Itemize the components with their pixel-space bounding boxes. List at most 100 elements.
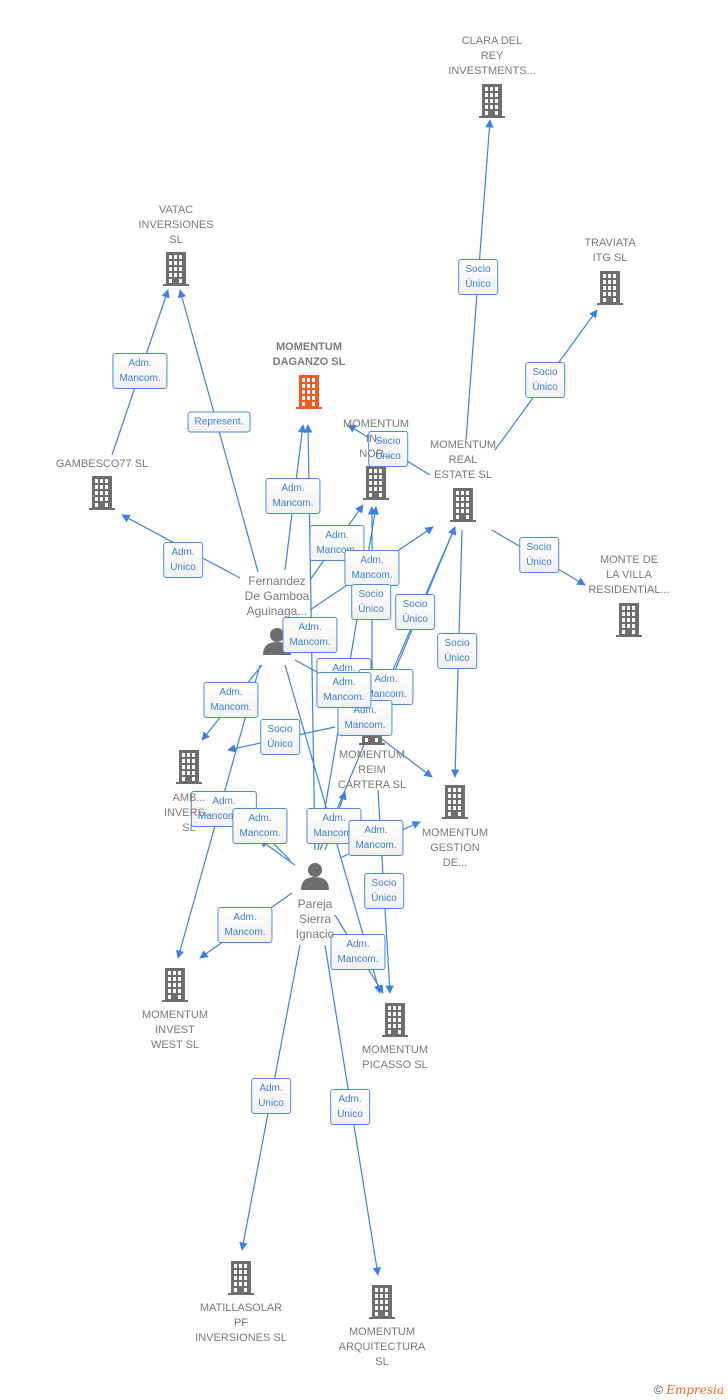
node-label-picasso[interactable]: MOMENTUM PICASSO SL — [362, 1043, 428, 1073]
edge-label[interactable]: Adm. Unico — [330, 1089, 370, 1125]
edge-label[interactable]: Socio Único — [395, 594, 435, 630]
edge-label[interactable]: Adm. Unico — [163, 542, 203, 578]
node-label-line: MONTE DE — [599, 554, 659, 566]
node-label-line: SL — [182, 822, 196, 834]
building-icon[interactable] — [369, 1285, 395, 1319]
edge-label[interactable]: Represent. — [187, 411, 251, 433]
node-label-clara[interactable]: CLARA DEL REY INVESTMENTS... — [448, 34, 535, 79]
edge-label[interactable]: Socio Único — [364, 873, 404, 909]
node-label-monte[interactable]: MONTE DE LA VILLA RESIDENTIAL... — [588, 553, 669, 598]
node-label-line: SL — [169, 234, 183, 246]
edge-label[interactable]: Adm. Mancom. — [112, 353, 168, 389]
edge-label[interactable]: Socio Único — [437, 633, 477, 669]
node-label-fernandez[interactable]: Fernandez De Gamboa Aguinaga... — [245, 574, 310, 619]
node-label-line: TRAVIATA — [584, 237, 636, 249]
node-label-line: AMB... — [172, 792, 206, 804]
node-label-line: REY — [480, 50, 504, 62]
node-label-realestate[interactable]: MOMENTUM REAL ESTATE SL — [430, 438, 496, 483]
person-icon[interactable] — [301, 863, 329, 890]
node-label-west[interactable]: MOMENTUM INVEST WEST SL — [142, 1008, 208, 1053]
edge-label[interactable]: Adm. Mancom. — [330, 934, 386, 970]
building-icon[interactable] — [176, 750, 202, 784]
edge-label[interactable]: Adm. Mancom. — [265, 478, 321, 514]
node-label-line: WEST SL — [150, 1039, 200, 1051]
node-label-line: SL — [375, 1356, 389, 1368]
building-icon[interactable] — [363, 466, 389, 500]
node-label-nor[interactable]: MOMENTUM IN... NOR... — [343, 417, 409, 462]
node-label-line: IN... — [365, 433, 387, 445]
node-label-line: INVERSIONES SL — [195, 1332, 287, 1344]
edge-label[interactable]: Adm. Unico — [251, 1078, 291, 1114]
edge-label[interactable]: Adm. Mancom. — [344, 550, 400, 586]
edge-label[interactable]: Socio Único — [260, 719, 300, 755]
node-label-line: INVERS... — [163, 807, 215, 819]
node-label-matilla[interactable]: MATILLASOLAR PF INVERSIONES SL — [195, 1301, 287, 1346]
node-label-line: NOR... — [359, 448, 393, 460]
edge-label[interactable]: Adm. Mancom. — [232, 808, 288, 844]
node-label-line: ESTATE SL — [434, 469, 492, 481]
building-icon[interactable] — [616, 603, 642, 637]
node-label-line: MATILLASOLAR — [199, 1302, 283, 1314]
brand-logo: Empresia — [666, 1383, 724, 1397]
node-label-pareja[interactable]: Pareja Sierra Ignacio — [296, 897, 335, 942]
building-icon[interactable] — [450, 488, 476, 522]
building-icon[interactable] — [228, 1261, 254, 1295]
node-label-traviata[interactable]: TRAVIATA ITG SL — [584, 236, 635, 266]
building-icon[interactable] — [162, 968, 188, 1002]
copyright-symbol: © — [654, 1383, 663, 1397]
node-label-line: RESIDENTIAL... — [588, 584, 670, 596]
node-label-line: PF — [233, 1317, 249, 1329]
node-label-line: GAMBESCO77 SL — [55, 458, 149, 470]
node-label-line: INVERSIONES — [138, 219, 214, 231]
node-label-line: Aguinaga... — [246, 604, 308, 618]
building-icon[interactable] — [89, 476, 115, 510]
node-label-line: MOMENTUM — [349, 1326, 415, 1338]
edge-label[interactable]: Adm. Mancom. — [282, 617, 338, 653]
node-label-line: Sierra — [298, 912, 332, 926]
footer-brand: © Empresia — [654, 1383, 724, 1397]
building-icon[interactable] — [442, 785, 468, 819]
edge-label[interactable]: Socio Único — [458, 259, 498, 295]
node-label-line: VATAC — [158, 204, 194, 216]
node-label-line: MOMENTUM — [362, 1044, 428, 1056]
node-label-line: GESTION — [430, 842, 480, 854]
building-icon[interactable] — [597, 271, 623, 305]
node-label-line: LA VILLA — [606, 569, 652, 581]
node-label-line: CLARA DEL — [461, 35, 523, 47]
node-label-gestion[interactable]: MOMENTUM GESTION DE... — [422, 826, 488, 871]
node-label-line: CARTERA SL — [337, 779, 407, 791]
building-icon[interactable] — [382, 1003, 408, 1037]
node-label-daganzo[interactable]: MOMENTUM DAGANZO SL — [273, 340, 346, 370]
node-label-line: DAGANZO SL — [272, 356, 346, 368]
node-label-line: Ignacio — [295, 927, 335, 941]
edge-label[interactable]: Adm. Mancom. — [316, 672, 372, 708]
building-icon[interactable] — [296, 375, 322, 409]
node-label-gambesco[interactable]: GAMBESCO77 SL — [56, 457, 148, 472]
node-label-line: INVEST — [155, 1024, 195, 1036]
node-label-line: INVESTMENTS... — [448, 65, 536, 77]
edge-label[interactable]: Socio Único — [525, 362, 565, 398]
edge-label[interactable]: Socio Único — [519, 537, 559, 573]
edge-label[interactable]: Adm. Mancom. — [217, 907, 273, 943]
building-icon[interactable] — [479, 84, 505, 118]
node-label-line: ARQUITECTURA — [338, 1341, 426, 1353]
node-label-line: MOMENTUM — [339, 749, 405, 761]
node-label-amb[interactable]: AMB... INVERS... SL — [164, 791, 214, 836]
node-label-line: REIM — [358, 764, 386, 776]
node-label-vatac[interactable]: VATAC INVERSIONES SL — [138, 203, 213, 248]
node-label-line: REAL — [448, 454, 478, 466]
building-icon[interactable] — [163, 252, 189, 286]
node-label-line: Pareja — [297, 897, 333, 911]
edge-label[interactable]: Socio Único — [351, 584, 391, 620]
node-label-line: DE... — [442, 857, 468, 869]
node-label-arquitectura[interactable]: MOMENTUM ARQUITECTURA SL — [339, 1325, 426, 1370]
node-label-line: PICASSO SL — [362, 1059, 428, 1071]
node-label-line: MOMENTUM — [142, 1009, 208, 1021]
node-label-line: MOMENTUM — [275, 341, 342, 353]
node-label-line: Fernandez — [248, 574, 306, 588]
edge-label[interactable]: Adm. Mancom. — [348, 820, 404, 856]
edge-label[interactable]: Adm. Mancom. — [203, 682, 259, 718]
node-label-line: De Gamboa — [244, 589, 310, 603]
node-label-reim[interactable]: MOMENTUM REIM CARTERA SL — [338, 748, 406, 793]
node-label-line: ITG SL — [592, 252, 628, 264]
